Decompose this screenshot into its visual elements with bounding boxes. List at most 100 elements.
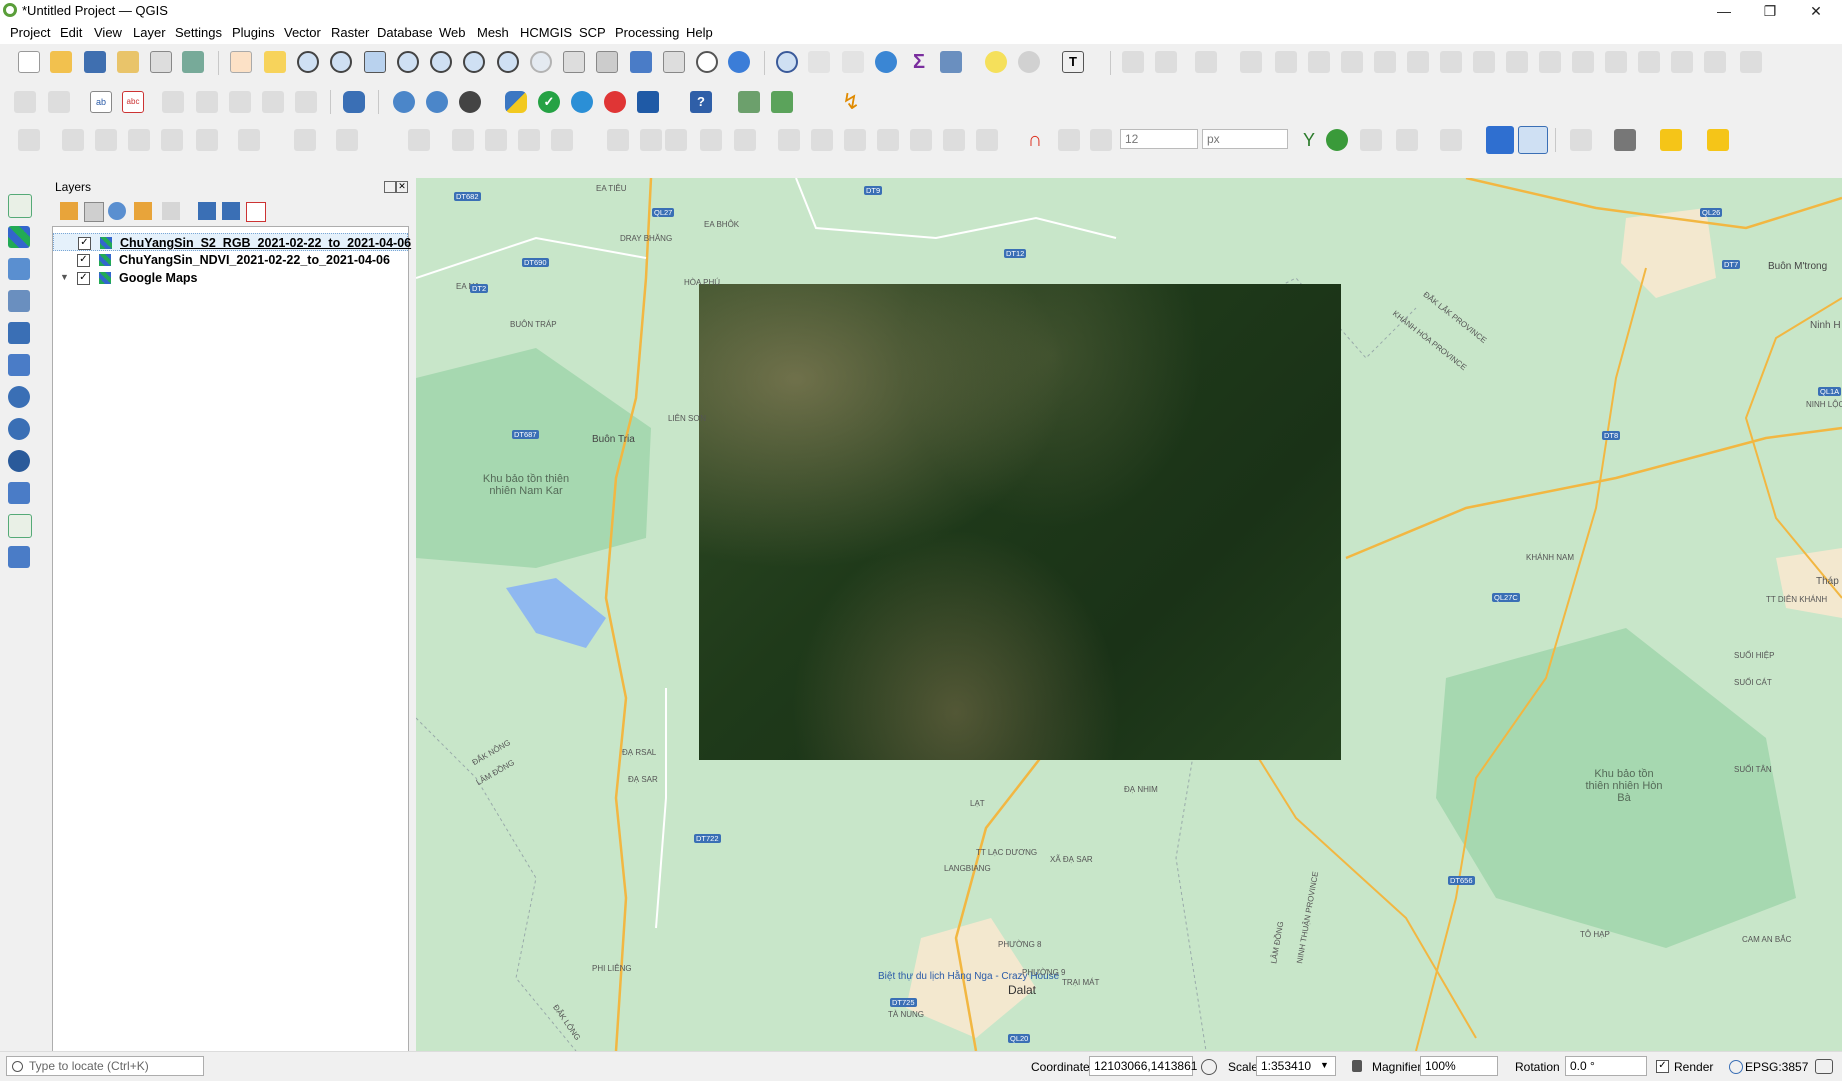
menu-processing[interactable]: Processing	[615, 25, 679, 40]
copy-features-icon[interactable]	[877, 129, 899, 151]
new-3d-map-view-icon[interactable]	[596, 51, 618, 73]
new-print-layout-icon[interactable]	[117, 51, 139, 73]
layer-visibility-checkbox[interactable]: ✓	[77, 272, 90, 285]
add-spatialite-icon[interactable]	[8, 322, 30, 344]
open-attribute-table-icon[interactable]	[808, 51, 830, 73]
split-parts-icon[interactable]	[1374, 51, 1396, 73]
open-project-icon[interactable]	[50, 51, 72, 73]
magnifier-spinbox[interactable]: 100%	[1420, 1056, 1498, 1076]
layer-visibility-checkbox[interactable]: ✓	[78, 237, 91, 250]
add-wcs-icon[interactable]	[8, 450, 30, 472]
measure-line-icon[interactable]	[940, 51, 962, 73]
zoom-native-icon[interactable]	[463, 51, 485, 73]
add-postgis-icon[interactable]	[8, 386, 30, 408]
advanced-snap-icon[interactable]	[1440, 129, 1462, 151]
deselect-all-icon[interactable]	[1660, 129, 1682, 151]
snapping-mode-icon[interactable]	[1058, 129, 1080, 151]
add-raster-layer-icon[interactable]	[8, 226, 30, 248]
menu-layer[interactable]: Layer	[133, 25, 166, 40]
filter-legend-icon[interactable]	[134, 202, 152, 220]
wms-layer-icon[interactable]	[393, 91, 415, 113]
wfs-layer-icon[interactable]	[426, 91, 448, 113]
split-features-icon[interactable]	[1341, 51, 1363, 73]
processing-toolbox-icon[interactable]	[875, 51, 897, 73]
coordinate-field[interactable]: 12103066,1413861	[1089, 1056, 1197, 1076]
zoom-next-icon[interactable]	[530, 51, 552, 73]
help-book-icon[interactable]: ?	[690, 91, 712, 113]
text-annotation-icon[interactable]: T	[1062, 51, 1084, 73]
stop-icon[interactable]	[604, 91, 626, 113]
field-calculator-icon[interactable]	[842, 51, 864, 73]
crs-globe-icon[interactable]	[1729, 1060, 1743, 1074]
add-ring-icon[interactable]	[1572, 51, 1594, 73]
fill-ring-icon[interactable]	[1605, 51, 1627, 73]
new-bookmark-icon[interactable]	[630, 51, 652, 73]
identify-active-icon[interactable]	[1518, 126, 1548, 154]
save-project-icon[interactable]	[84, 51, 106, 73]
add-mesh-layer-icon[interactable]	[8, 258, 30, 280]
layer-labeling-icon[interactable]: ab	[90, 91, 112, 113]
pan-map-selected-icon[interactable]	[1486, 126, 1514, 154]
expand-arrow-icon[interactable]: ▼	[60, 272, 69, 282]
zoom-out-icon[interactable]	[330, 51, 352, 73]
osm-downloader-icon[interactable]	[459, 91, 481, 113]
scp-tool-icon[interactable]	[637, 91, 659, 113]
rotation-spinbox[interactable]: 0.0 °	[1565, 1056, 1647, 1076]
vertex-editor-icon[interactable]	[700, 129, 722, 151]
temporal-controller-icon[interactable]	[696, 51, 718, 73]
offset-curve-icon[interactable]	[1275, 51, 1297, 73]
toggle-editing-icon[interactable]	[62, 129, 84, 151]
add-virtual-layer-icon[interactable]	[8, 354, 30, 376]
georeferencer-icon[interactable]	[1122, 51, 1144, 73]
menu-help[interactable]: Help	[686, 25, 713, 40]
layout-manager-icon[interactable]	[150, 51, 172, 73]
copy-move-icon[interactable]	[294, 129, 316, 151]
show-bookmarks-icon[interactable]	[663, 51, 685, 73]
rotate-label-icon[interactable]	[262, 91, 284, 113]
annotation-icon[interactable]	[1707, 129, 1729, 151]
add-group-icon[interactable]	[84, 202, 104, 222]
crs-status[interactable]: EPSG:3857	[1745, 1060, 1808, 1074]
split-tool-icon[interactable]	[551, 129, 573, 151]
menu-raster[interactable]: Raster	[331, 25, 369, 40]
pan-hand-icon[interactable]	[230, 51, 252, 73]
db-manager-icon[interactable]	[343, 91, 365, 113]
node-tool-icon[interactable]	[452, 129, 474, 151]
undo-icon[interactable]	[943, 129, 965, 151]
advanced-digitize-icon[interactable]	[1240, 51, 1262, 73]
select-features-icon[interactable]	[1018, 51, 1040, 73]
open-layer-styling-icon[interactable]	[60, 202, 78, 220]
label-tool-icon[interactable]	[14, 91, 36, 113]
minimize-button[interactable]: —	[1702, 0, 1746, 22]
add-wfs-icon[interactable]	[8, 482, 30, 504]
add-wms-icon[interactable]	[8, 418, 30, 440]
snapping-magnet-icon[interactable]: ∩	[1024, 129, 1046, 151]
save-layer-edits-icon[interactable]	[665, 129, 687, 151]
merge-features-icon[interactable]	[1407, 51, 1429, 73]
new-shapefile-icon[interactable]	[8, 514, 32, 538]
digitize-line-icon[interactable]	[128, 129, 150, 151]
restore-button[interactable]: ❐	[1748, 0, 1792, 22]
show-hide-labels-icon[interactable]	[196, 91, 218, 113]
delete-selected-icon[interactable]	[811, 129, 833, 151]
save-edits-icon[interactable]	[95, 129, 117, 151]
close-button[interactable]: ✕	[1794, 0, 1838, 22]
menu-database[interactable]: Database	[377, 25, 433, 40]
add-vector-layer-icon[interactable]	[8, 194, 32, 218]
reshape-icon[interactable]	[1308, 51, 1330, 73]
scale-feature-icon[interactable]	[408, 129, 430, 151]
chevron-down-icon[interactable]: ▼	[1320, 1060, 1329, 1070]
zoom-to-selection-icon[interactable]	[397, 51, 419, 73]
download-arrow-icon[interactable]: ↯	[840, 91, 862, 113]
zoom-last-icon[interactable]	[497, 51, 519, 73]
modify-attributes-icon[interactable]	[778, 129, 800, 151]
style-manager-icon[interactable]	[182, 51, 204, 73]
offset-point-symbols-icon[interactable]	[1506, 51, 1528, 73]
delete-ring-icon[interactable]	[1638, 51, 1660, 73]
digitize-polygon-icon[interactable]	[161, 129, 183, 151]
edit-pencil-icon[interactable]	[640, 129, 662, 151]
layer-row-s2-rgb[interactable]: ✓ ChuYangSin_S2_RGB_2021-02-22_to_2021-0…	[53, 233, 411, 251]
close-panel-icon[interactable]: ✕	[396, 181, 408, 193]
pencil-icon[interactable]	[607, 129, 629, 151]
menu-scp[interactable]: SCP	[579, 25, 606, 40]
